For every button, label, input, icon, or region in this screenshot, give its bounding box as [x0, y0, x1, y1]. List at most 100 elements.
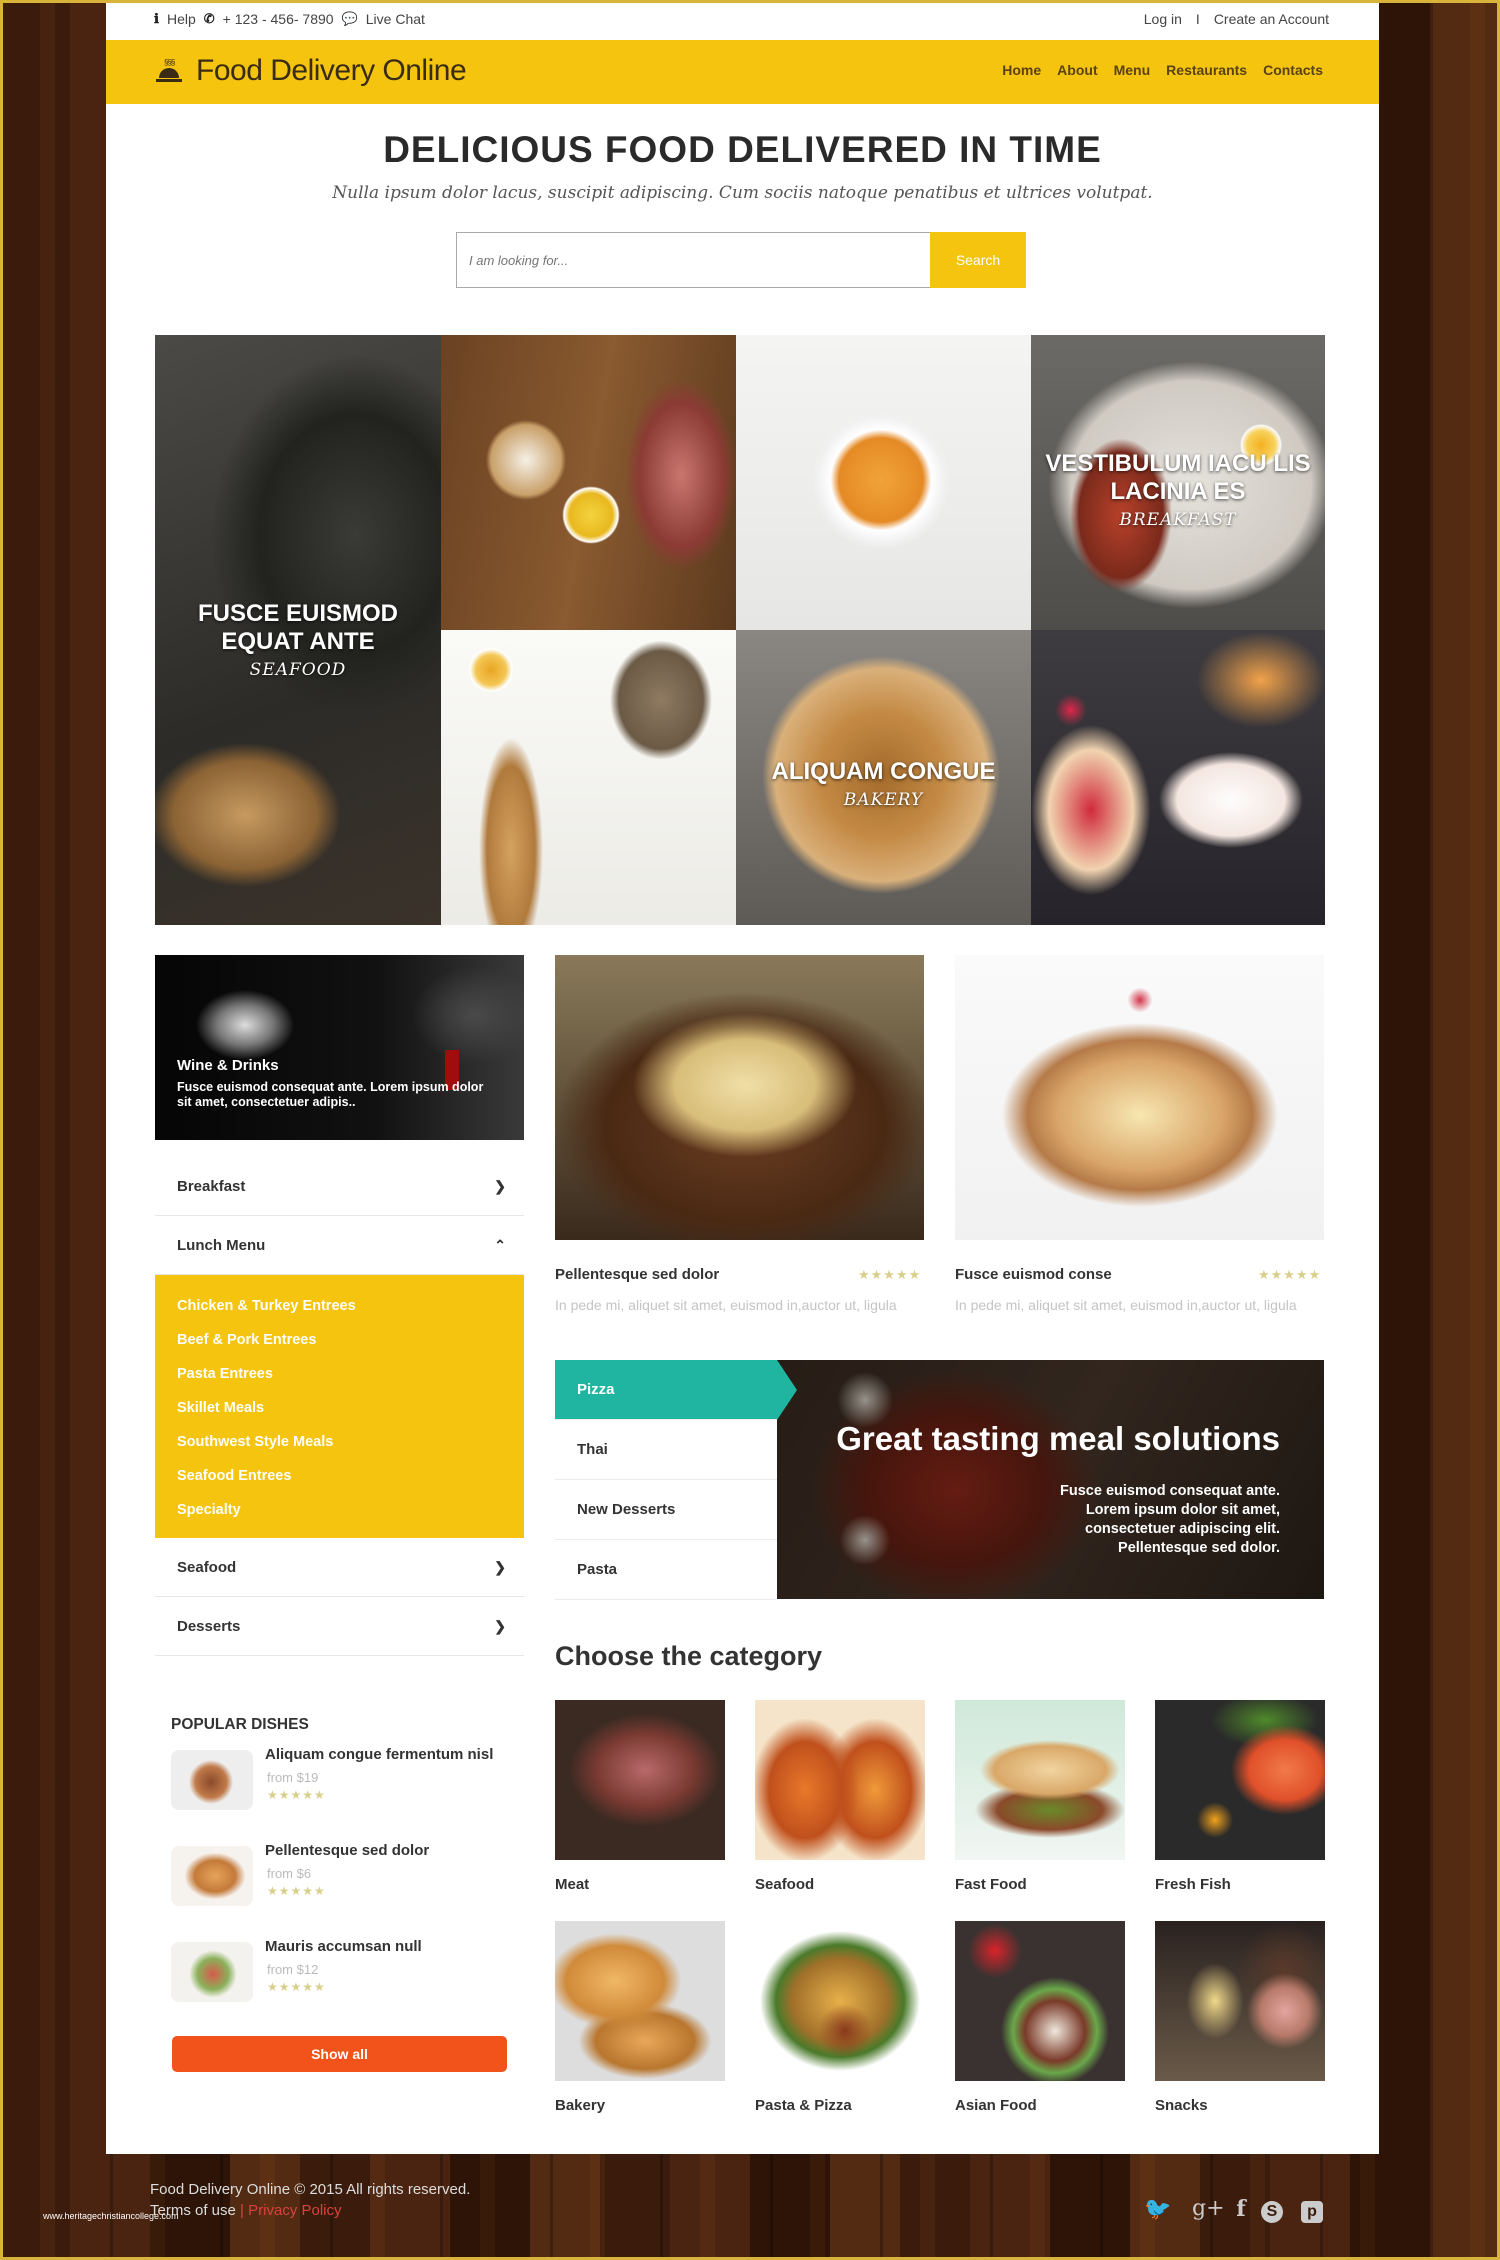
category-tabs: Pizza Thai New Desserts Pasta	[555, 1360, 797, 1600]
tile-soup[interactable]	[736, 335, 1031, 630]
category-label[interactable]: Meat	[555, 1876, 589, 1893]
card-description: In pede mi, aliquet sit amet, euismod in…	[555, 1297, 897, 1313]
page-container: ℹ Help ✆ + 123 - 456- 7890 💬 Live Chat L…	[106, 3, 1379, 2154]
category-image-meat[interactable]	[555, 1700, 725, 1860]
card-title[interactable]: Pellentesque sed dolor	[555, 1266, 719, 1283]
tile-subtitle: SEAFOOD	[249, 660, 347, 680]
phone-icon: ✆	[203, 11, 215, 26]
category-label[interactable]: Asian Food	[955, 2097, 1037, 2114]
banner-title: Great tasting meal solutions	[836, 1420, 1280, 1457]
help-link[interactable]: Help	[167, 11, 196, 27]
dish-price: from $19	[267, 1770, 319, 1785]
separator: I	[1195, 11, 1200, 27]
nav-restaurants[interactable]: Restaurants	[1166, 62, 1247, 78]
card-image-tiramisu[interactable]	[955, 955, 1324, 1240]
pinterest-icon[interactable]: p	[1301, 2201, 1323, 2223]
lunch-submenu: Chicken & Turkey Entrees Beef & Pork Ent…	[155, 1275, 524, 1538]
categories-title: Choose the category	[555, 1641, 823, 1671]
footer-divider: |	[240, 2202, 244, 2219]
login-link[interactable]: Log in	[1144, 11, 1182, 27]
dish-thumbnail	[171, 1942, 253, 2002]
tile-pastry[interactable]	[1031, 630, 1325, 925]
popular-dishes-title: POPULAR DISHES	[171, 1716, 309, 1733]
tab-pizza[interactable]: Pizza	[555, 1360, 797, 1420]
tile-title: VESTIBULUM IACU LIS LACINIA ES	[1045, 450, 1311, 505]
cloche-icon: §§§	[156, 58, 182, 84]
category-image-asian-food[interactable]	[955, 1921, 1125, 2081]
menu-item-lunch[interactable]: Lunch Menu ⌃	[155, 1216, 524, 1275]
wine-drinks-promo[interactable]: Wine & Drinks Fusce euismod consequat an…	[155, 955, 524, 1140]
show-all-button[interactable]: Show all	[172, 2036, 507, 2072]
submenu-item[interactable]: Beef & Pork Entrees	[177, 1330, 524, 1364]
search-input[interactable]	[457, 233, 932, 287]
rating-stars: ★★★★★	[1258, 1267, 1322, 1282]
category-image-seafood[interactable]	[755, 1700, 925, 1860]
submenu-item[interactable]: Southwest Style Meals	[177, 1432, 524, 1466]
category-image-fresh-fish[interactable]	[1155, 1700, 1325, 1860]
search-button[interactable]: Search	[930, 232, 1026, 288]
popular-dish[interactable]: Pellentesque sed dolor from $6 ★★★★★	[171, 1842, 511, 1912]
search-form: Search	[456, 232, 1026, 288]
main-nav: §§§ Food Delivery Online Home About Menu…	[106, 40, 1379, 104]
hero-title: DELICIOUS FOOD DELIVERED IN TIME	[383, 129, 1102, 170]
menu-item-desserts[interactable]: Desserts ❯	[155, 1597, 524, 1656]
phone-number: + 123 - 456- 7890	[222, 11, 334, 27]
create-account-link[interactable]: Create an Account	[1214, 11, 1329, 27]
nav-home[interactable]: Home	[1002, 62, 1041, 78]
tile-seafood[interactable]: FUSCE EUISMOD EQUAT ANTE SEAFOOD	[155, 335, 441, 925]
category-label[interactable]: Snacks	[1155, 2097, 1208, 2114]
promo-title: Wine & Drinks	[177, 1057, 279, 1074]
skype-icon[interactable]: S	[1261, 2201, 1283, 2223]
menu-item-breakfast[interactable]: Breakfast ❯	[155, 1157, 524, 1216]
nav-about[interactable]: About	[1057, 62, 1097, 78]
category-label[interactable]: Fast Food	[955, 1876, 1027, 1893]
category-label[interactable]: Pasta & Pizza	[755, 2097, 852, 2114]
twitter-icon[interactable]: 🐦	[1144, 2196, 1171, 2222]
dish-thumbnail	[171, 1750, 253, 1810]
live-chat-link[interactable]: Live Chat	[366, 11, 425, 27]
tab-new-desserts[interactable]: New Desserts	[555, 1480, 777, 1540]
category-label[interactable]: Fresh Fish	[1155, 1876, 1231, 1893]
google-plus-icon[interactable]: g+	[1192, 2196, 1225, 2222]
category-image-pasta-pizza[interactable]	[755, 1921, 925, 2081]
popular-dish[interactable]: Mauris accumsan null from $12 ★★★★★	[171, 1938, 511, 2008]
card-title[interactable]: Fusce euismod conse	[955, 1266, 1112, 1283]
category-image-fast-food[interactable]	[955, 1700, 1125, 1860]
brand-name: Food Delivery Online	[196, 54, 467, 87]
dish-name: Mauris accumsan null	[265, 1938, 422, 1955]
tab-pasta[interactable]: Pasta	[555, 1540, 777, 1600]
nav-contacts[interactable]: Contacts	[1263, 62, 1323, 78]
privacy-link[interactable]: Privacy Policy	[248, 2202, 341, 2219]
dish-name: Aliquam congue fermentum nisl	[265, 1746, 494, 1763]
category-label[interactable]: Seafood	[755, 1876, 814, 1893]
dish-thumbnail	[171, 1846, 253, 1906]
nav-menu-link[interactable]: Menu	[1114, 62, 1151, 78]
tile-antipasti[interactable]	[441, 335, 736, 630]
dish-name: Pellentesque sed dolor	[265, 1842, 430, 1859]
tile-bakery[interactable]: ALIQUAM CONGUE BAKERY	[736, 630, 1031, 925]
promo-banner[interactable]: Great tasting meal solutions Fusce euism…	[775, 1360, 1324, 1599]
tile-cheese[interactable]	[441, 630, 736, 925]
submenu-item[interactable]: Chicken & Turkey Entrees	[177, 1296, 524, 1330]
submenu-item[interactable]: Pasta Entrees	[177, 1364, 524, 1398]
category-label[interactable]: Bakery	[555, 2097, 605, 2114]
logo[interactable]: §§§ Food Delivery Online	[156, 54, 467, 88]
submenu-item[interactable]: Specialty	[177, 1500, 524, 1534]
tile-title: FUSCE EUISMOD EQUAT ANTE	[197, 600, 398, 655]
facebook-icon[interactable]: f	[1228, 2196, 1254, 2222]
tab-thai[interactable]: Thai	[555, 1420, 777, 1480]
menu-item-seafood[interactable]: Seafood ❯	[155, 1538, 524, 1597]
tile-breakfast[interactable]: VESTIBULUM IACU LIS LACINIA ES BREAKFAST	[1031, 335, 1325, 630]
category-image-bakery[interactable]	[555, 1921, 725, 2081]
submenu-item[interactable]: Seafood Entrees	[177, 1466, 524, 1500]
chevron-right-icon: ❯	[494, 1617, 506, 1634]
dish-price: from $12	[267, 1962, 319, 1977]
submenu-item[interactable]: Skillet Meals	[177, 1398, 524, 1432]
watermark-text: www.heritagechristiancollege.com	[43, 2211, 179, 2221]
chevron-right-icon: ❯	[494, 1558, 506, 1575]
card-image-pasta[interactable]	[555, 955, 924, 1240]
category-image-snacks[interactable]	[1155, 1921, 1325, 2081]
top-bar: ℹ Help ✆ + 123 - 456- 7890 💬 Live Chat L…	[106, 3, 1379, 40]
nav-menu: Home About Menu Restaurants Contacts	[1002, 62, 1323, 78]
popular-dish[interactable]: Aliquam congue fermentum nisl from $19 ★…	[171, 1746, 511, 1816]
